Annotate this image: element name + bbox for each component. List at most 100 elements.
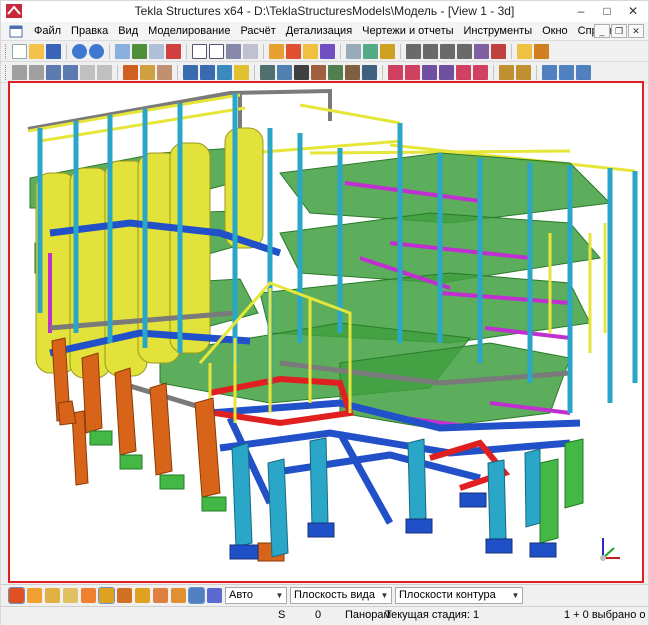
- section-icon[interactable]: [559, 64, 574, 80]
- part-cut-icon[interactable]: [294, 64, 309, 80]
- new-icon[interactable]: [12, 43, 27, 59]
- redo-icon[interactable]: [89, 43, 104, 59]
- maximize-icon[interactable]: □: [594, 1, 620, 21]
- menu-edit[interactable]: Правка: [66, 22, 113, 41]
- edit-polygon-icon[interactable]: [499, 64, 514, 80]
- menu-file[interactable]: Файл: [29, 22, 66, 41]
- auto-combo[interactable]: Авто ▼: [225, 587, 287, 604]
- toolbar-grip[interactable]: [5, 43, 8, 59]
- mdi-restore-icon[interactable]: ❐: [611, 24, 627, 38]
- mesh-icon[interactable]: [217, 64, 232, 80]
- select-all-icon[interactable]: [8, 587, 25, 604]
- light-icon[interactable]: [517, 43, 532, 59]
- undo-icon[interactable]: [72, 43, 87, 59]
- select-points-icon[interactable]: [63, 588, 78, 603]
- select-cut-icon[interactable]: [81, 588, 96, 603]
- selection-toolbar: Авто ▼ Плоскость вида ▼ Плоскости контура ▼: [1, 584, 648, 606]
- cut-icon[interactable]: [491, 43, 506, 59]
- mdi-minimize-icon[interactable]: _: [594, 24, 610, 38]
- work-area-icon[interactable]: [209, 43, 224, 59]
- group-icon[interactable]: [362, 64, 377, 80]
- model-view-3d[interactable]: [8, 81, 644, 583]
- select-welds-icon[interactable]: [98, 587, 115, 604]
- measure-bolt-icon[interactable]: [474, 43, 489, 59]
- properties-icon[interactable]: [149, 43, 164, 59]
- menu-detailing[interactable]: Детализация: [281, 22, 357, 41]
- concrete-column-icon[interactable]: [12, 64, 27, 80]
- mdi-close-icon[interactable]: ✕: [628, 24, 644, 38]
- open-icon[interactable]: [29, 43, 44, 59]
- save-icon[interactable]: [46, 43, 61, 59]
- menu-window[interactable]: Окно: [537, 22, 573, 41]
- user-defined-icon[interactable]: [542, 64, 557, 80]
- menu-tools[interactable]: Инструменты: [459, 22, 538, 41]
- bent-plate-icon[interactable]: [123, 64, 138, 80]
- menu-drawings-reports[interactable]: Чертежи и отчеты: [357, 22, 458, 41]
- numbering-icon[interactable]: [303, 43, 318, 59]
- arc-icon[interactable]: [405, 64, 420, 80]
- bolt-icon[interactable]: [157, 64, 172, 80]
- minimize-icon[interactable]: –: [568, 1, 594, 21]
- fitting-icon[interactable]: [311, 64, 326, 80]
- snap-settings-icon[interactable]: [188, 587, 205, 604]
- point-along-icon[interactable]: [439, 64, 454, 80]
- close-icon[interactable]: ✕: [620, 1, 646, 21]
- copy-icon[interactable]: [115, 43, 130, 59]
- rebar-icon[interactable]: [183, 64, 198, 80]
- menu-modeling[interactable]: Моделирование: [143, 22, 235, 41]
- snap-grid-icon[interactable]: [207, 588, 222, 603]
- select-components-icon[interactable]: [153, 588, 168, 603]
- catalog-icon[interactable]: [320, 43, 335, 59]
- steel-beam-icon[interactable]: [63, 64, 78, 80]
- select-surface-icon[interactable]: [45, 588, 60, 603]
- snap-icon[interactable]: [380, 43, 395, 59]
- clash-check-icon[interactable]: [346, 43, 361, 59]
- line-icon[interactable]: [388, 64, 403, 80]
- select-parts-icon[interactable]: [27, 588, 42, 603]
- plane-icon[interactable]: [243, 43, 258, 59]
- tangent-icon[interactable]: [473, 64, 488, 80]
- component-icon[interactable]: [534, 43, 549, 59]
- circle-icon[interactable]: [516, 64, 531, 80]
- panel-icon[interactable]: [97, 64, 112, 80]
- menu-view[interactable]: Вид: [113, 22, 143, 41]
- toolbar-grip[interactable]: [5, 64, 8, 80]
- perpendicular-icon[interactable]: [456, 64, 471, 80]
- menu-analysis[interactable]: Расчёт: [235, 22, 280, 41]
- surface-icon[interactable]: [345, 64, 360, 80]
- chevron-down-icon: ▼: [511, 591, 520, 600]
- move-icon[interactable]: [132, 43, 147, 59]
- concrete-beam-icon[interactable]: [29, 64, 44, 80]
- chamfer-icon[interactable]: [328, 64, 343, 80]
- measure-angle-icon[interactable]: [423, 43, 438, 59]
- mdi-controls: _ ❐ ✕: [594, 24, 644, 38]
- document-icon[interactable]: [9, 25, 23, 38]
- status-s: S: [278, 609, 286, 621]
- point-icon[interactable]: [422, 64, 437, 80]
- select-rebar-icon[interactable]: [135, 588, 150, 603]
- rebar-group-icon[interactable]: [200, 64, 215, 80]
- measure-x-icon[interactable]: [440, 43, 455, 59]
- drawing-icon[interactable]: [269, 43, 284, 59]
- structural-model[interactable]: [10, 83, 642, 581]
- slab-icon[interactable]: [80, 64, 95, 80]
- select-assemblies-icon[interactable]: [171, 588, 186, 603]
- report-icon[interactable]: [286, 43, 301, 59]
- steel-column-icon[interactable]: [46, 64, 61, 80]
- assembly-icon[interactable]: [277, 64, 292, 80]
- measure-icon[interactable]: [406, 43, 421, 59]
- profile-icon[interactable]: [576, 64, 591, 80]
- pour-icon[interactable]: [234, 64, 249, 80]
- contour-planes-combo[interactable]: Плоскости контура ▼: [395, 587, 523, 604]
- view-icon[interactable]: [192, 43, 207, 59]
- organizer-icon[interactable]: [363, 43, 378, 59]
- select-bolts-icon[interactable]: [117, 588, 132, 603]
- chevron-down-icon: ▼: [380, 591, 389, 600]
- view-plane-combo[interactable]: Плоскость вида ▼: [290, 587, 392, 604]
- weld-icon[interactable]: [140, 64, 155, 80]
- measure-y-icon[interactable]: [457, 43, 472, 59]
- grid-icon[interactable]: [226, 43, 241, 59]
- cast-unit-icon[interactable]: [260, 64, 275, 80]
- chevron-down-icon: ▼: [275, 591, 284, 600]
- delete-icon[interactable]: [166, 43, 181, 59]
